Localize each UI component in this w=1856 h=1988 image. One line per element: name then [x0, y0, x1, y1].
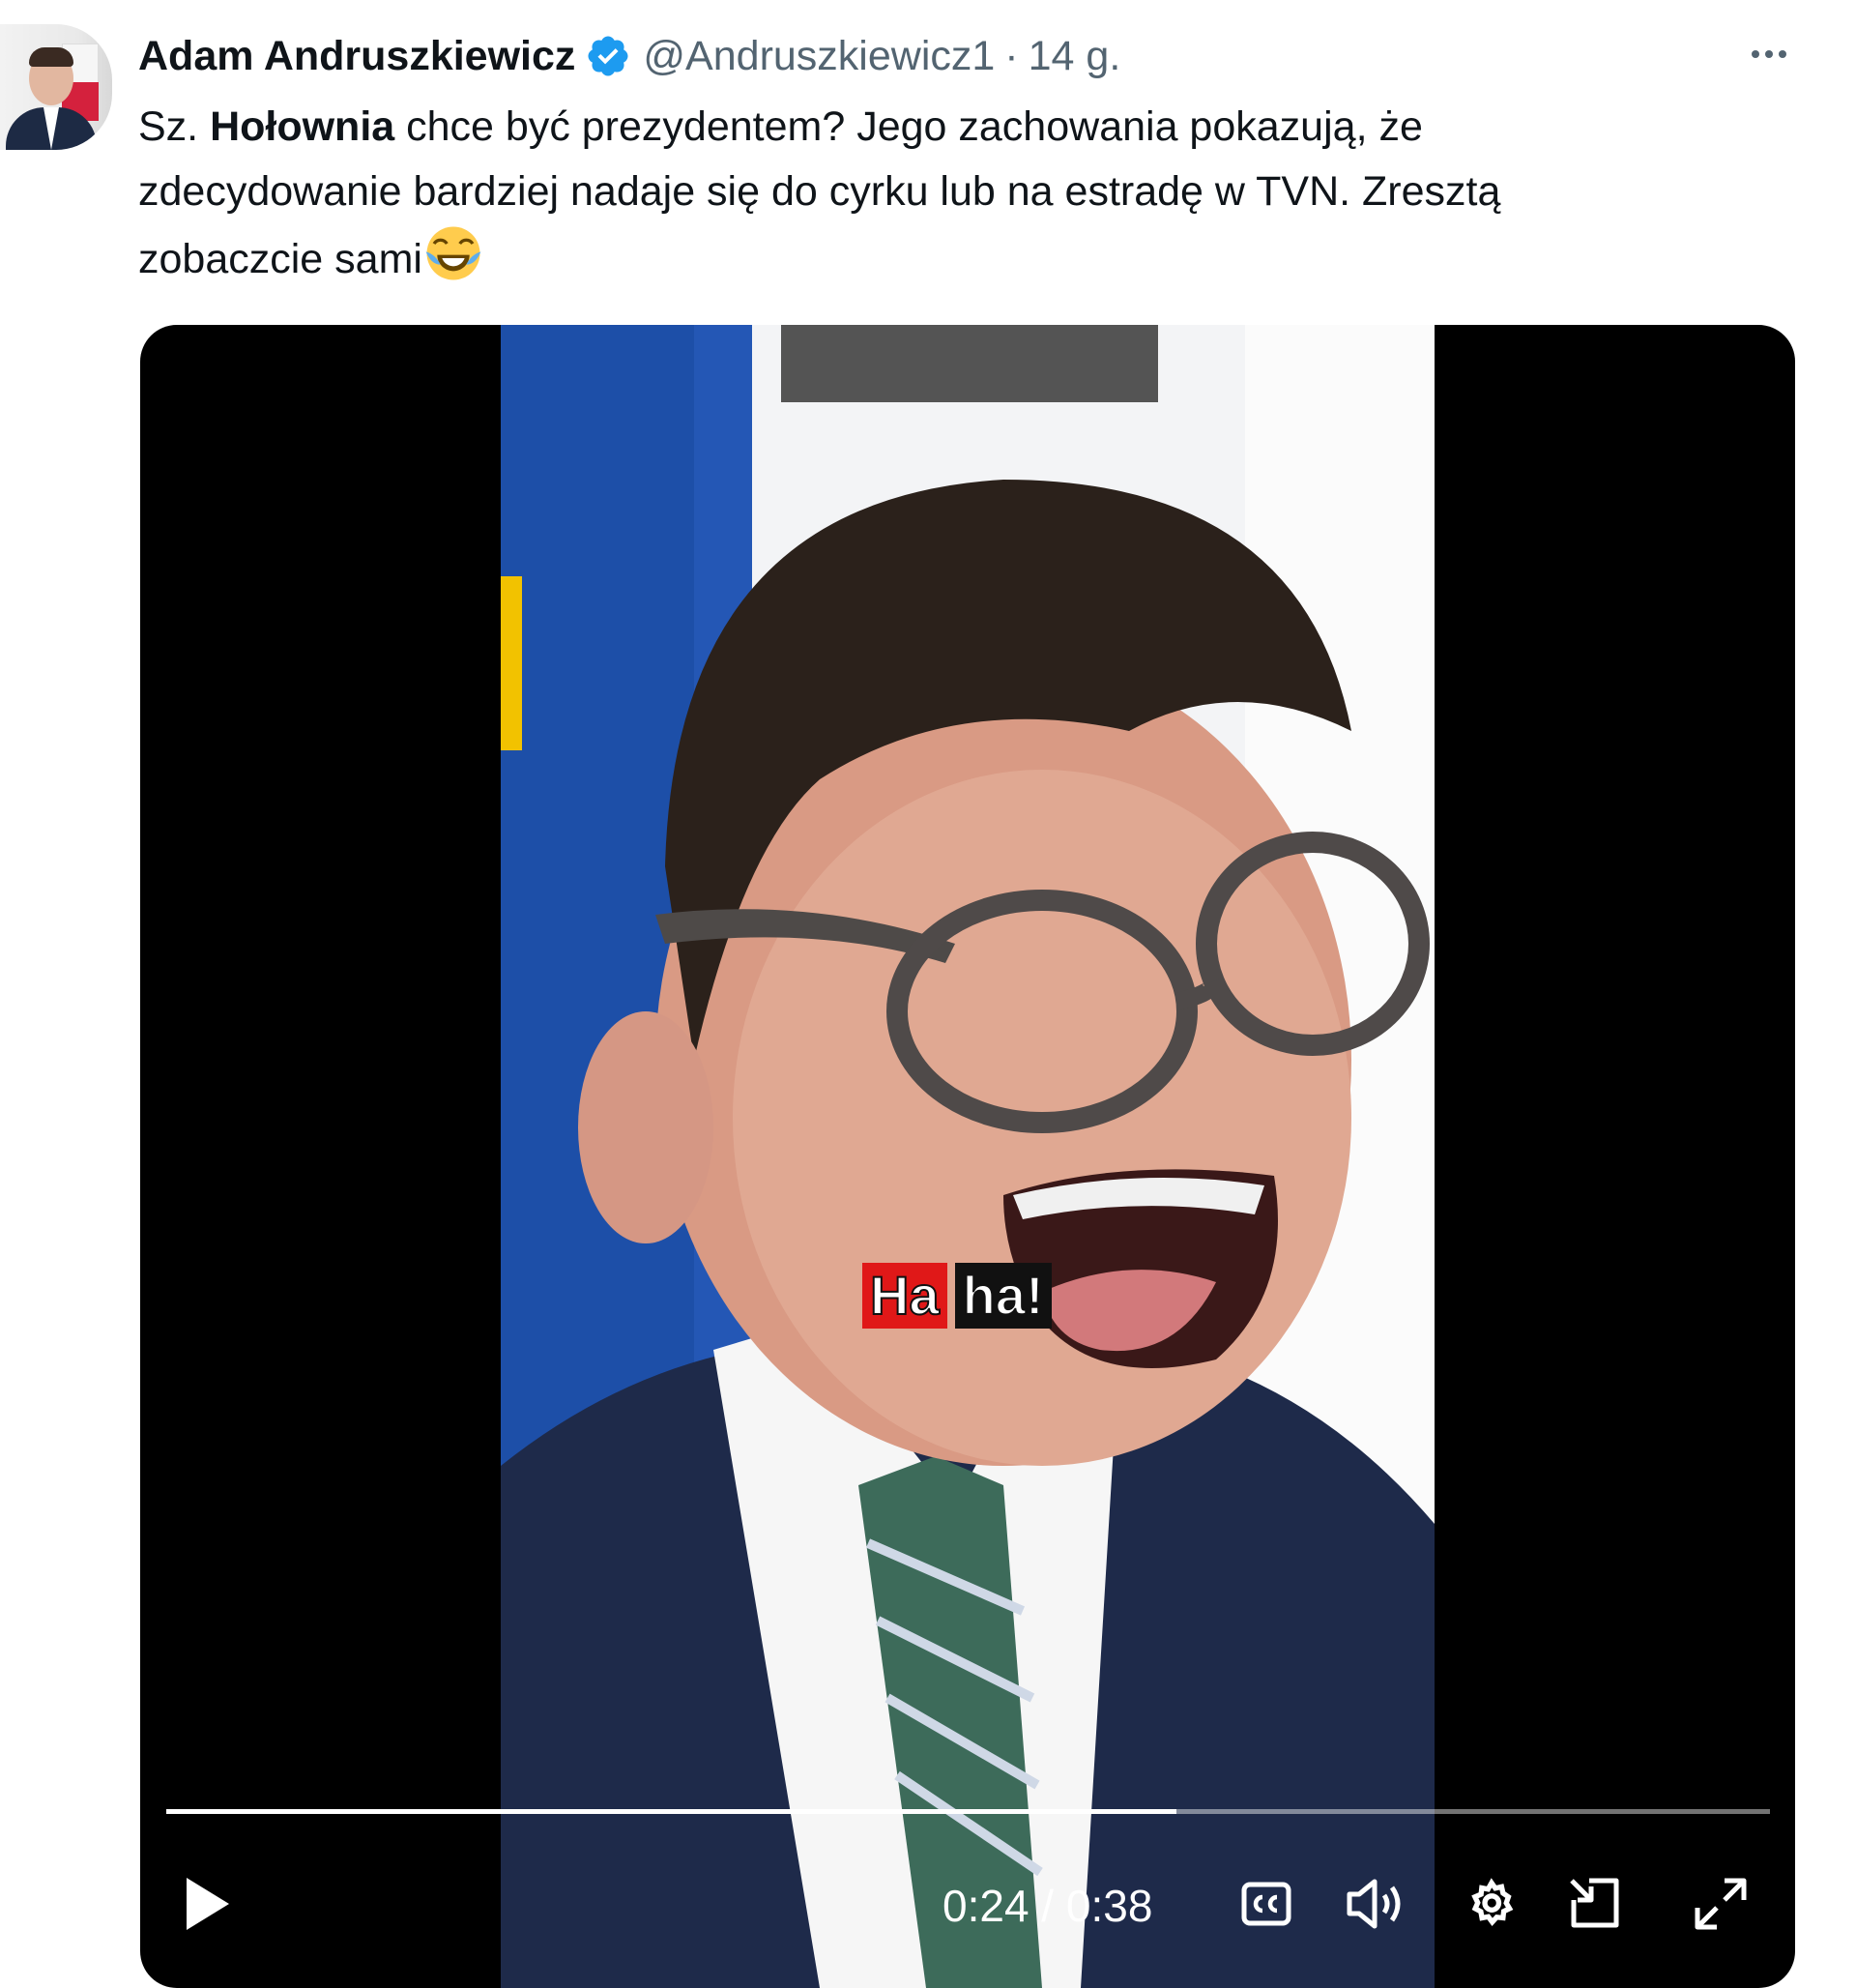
closed-captions-icon[interactable] — [1237, 1870, 1295, 1938]
tweet-header: Adam Andruszkiewicz @Andruszkiewicz1 · 1… — [138, 27, 1120, 85]
video-progress-bar[interactable] — [166, 1809, 1770, 1814]
video-duration: 0:38 — [1065, 1881, 1153, 1931]
more-options-icon[interactable] — [1740, 27, 1798, 81]
gear-icon[interactable] — [1458, 1870, 1525, 1938]
video-player[interactable]: Ha ha! 0:24 / 0:38 — [140, 325, 1795, 1988]
video-time-display: 0:24 / 0:38 — [942, 1881, 1153, 1931]
tweet-text-line: zobaczcie sami — [138, 224, 1782, 302]
mention-holownia: Hołownia — [210, 103, 395, 150]
face-with-tears-of-joy-icon — [424, 224, 482, 302]
video-current-time: 0:24 — [942, 1881, 1030, 1931]
picture-in-picture-icon[interactable] — [1561, 1870, 1629, 1938]
play-icon[interactable] — [179, 1870, 237, 1938]
avatar[interactable] — [0, 24, 112, 150]
video-subtitle: Ha ha! — [862, 1263, 1052, 1329]
author-handle[interactable]: @Andruszkiewicz1 — [643, 33, 995, 80]
fullscreen-icon[interactable] — [1687, 1870, 1754, 1938]
tweet: Adam Andruszkiewicz @Andruszkiewicz1 · 1… — [0, 0, 1856, 1988]
video-controls: 0:24 / 0:38 — [140, 1862, 1795, 1949]
subtitle-word: ha! — [954, 1263, 1052, 1329]
tweet-text-line: Sz. Hołownia chce być prezydentem? Jego … — [138, 103, 1423, 150]
tweet-text-line: zdecydowanie bardziej nadaje się do cyrk… — [138, 168, 1501, 215]
tweet-timestamp[interactable]: 14 g. — [1029, 33, 1121, 80]
separator-dot: · — [1004, 32, 1019, 79]
video-frame[interactable] — [501, 325, 1435, 1988]
video-progress-fill — [166, 1809, 1177, 1814]
tweet-text: Sz. Hołownia chce być prezydentem? Jego … — [138, 95, 1782, 302]
subtitle-word: Ha — [862, 1263, 947, 1329]
author-display-name[interactable]: Adam Andruszkiewicz — [138, 33, 575, 80]
verified-badge-icon — [585, 33, 631, 79]
volume-icon[interactable] — [1344, 1870, 1411, 1938]
